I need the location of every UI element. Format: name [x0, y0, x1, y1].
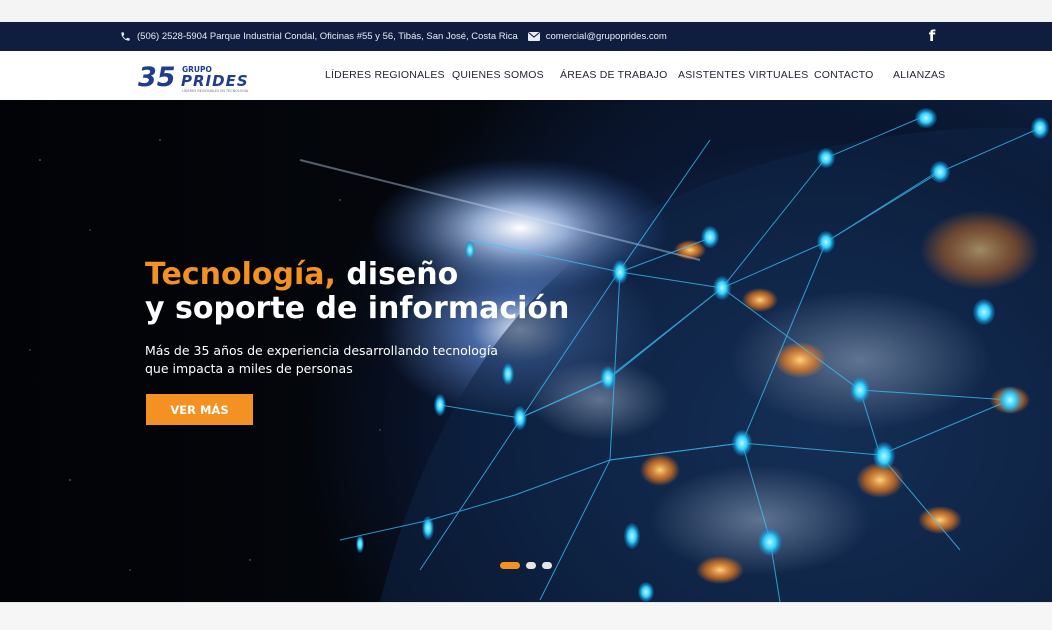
- nav-areas-de-trabajo[interactable]: ÁREAS DE TRABAJO: [560, 69, 667, 81]
- hero-subtitle-line2: que impacta a miles de personas: [145, 361, 353, 376]
- ver-mas-button[interactable]: VER MÁS: [146, 394, 253, 425]
- nav-asistentes-virtuales[interactable]: ASISTENTES VIRTUALES: [678, 69, 808, 81]
- hero-subtitle: Más de 35 años de experiencia desarrolla…: [145, 342, 565, 378]
- slide-dot-1[interactable]: [500, 561, 520, 569]
- page: (506) 2528-5904 Parque Industrial Condal…: [0, 0, 1052, 630]
- email-link[interactable]: comercial@grupoprides.com: [546, 31, 667, 42]
- envelope-icon: [527, 32, 540, 41]
- hero-title-rest: diseño: [335, 257, 459, 292]
- nav-alianzas[interactable]: ALIANZAS: [893, 69, 945, 81]
- nav-lideres-regionales[interactable]: LÍDERES REGIONALES: [325, 69, 445, 81]
- page-bottom-strip: [0, 602, 1052, 630]
- browser-top-strip: [0, 0, 1052, 22]
- top-contact-bar: (506) 2528-5904 Parque Industrial Condal…: [0, 22, 1052, 51]
- hero-title-accent: Tecnología,: [145, 257, 336, 292]
- hero-slider: Tecnología, diseño y soporte de informac…: [0, 100, 1052, 602]
- address-text: (506) 2528-5904 Parque Industrial Condal…: [137, 31, 518, 42]
- slide-dot-3[interactable]: [542, 561, 552, 569]
- contact-info: (506) 2528-5904 Parque Industrial Condal…: [120, 22, 667, 51]
- nav-quienes-somos[interactable]: QUIENES SOMOS: [452, 69, 544, 81]
- main-nav: LÍDERES REGIONALES QUIENES SOMOS ÁREAS D…: [0, 51, 1052, 100]
- slider-pagination: [500, 561, 558, 569]
- facebook-icon[interactable]: f: [924, 27, 940, 45]
- hero-subtitle-line1: Más de 35 años de experiencia desarrolla…: [145, 343, 498, 358]
- main-navbar: 35 GRUPO PRIDES LÍDERES REGIONALES EN TE…: [0, 51, 1052, 101]
- hero-title-line2: y soporte de información: [145, 291, 570, 326]
- nav-contacto[interactable]: CONTACTO: [814, 69, 874, 81]
- hero-title: Tecnología, diseño y soporte de informac…: [145, 258, 705, 326]
- phone-icon: [120, 31, 131, 42]
- slide-dot-2[interactable]: [526, 561, 536, 569]
